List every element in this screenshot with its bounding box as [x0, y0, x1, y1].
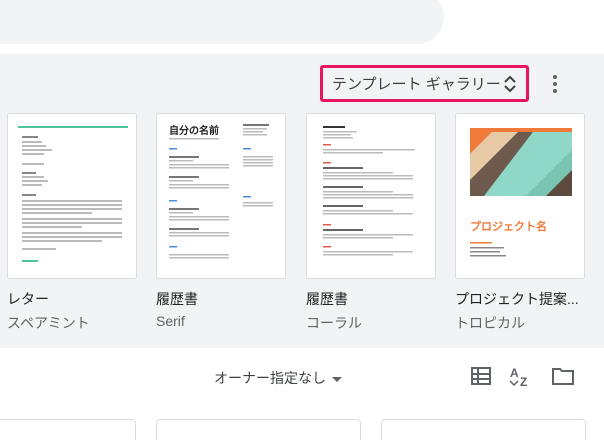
template-thumbnail: 自分の名前: [156, 113, 286, 279]
template-thumbnail: [306, 113, 436, 279]
template-subtitle: Serif: [156, 313, 185, 329]
resume-coral-preview-graphic: [323, 126, 415, 256]
template-subtitle: トロピカル: [455, 315, 525, 331]
unfold-more-icon: [501, 72, 520, 96]
list-view-icon[interactable]: [469, 364, 493, 388]
dropdown-arrow-icon: [332, 370, 342, 386]
more-options-icon[interactable]: [545, 71, 565, 97]
template-resume-serif[interactable]: 自分の名前 履歴書 Serif: [156, 113, 286, 329]
template-gallery: テンプレート ギャラリー レター スペアミント 自分の名前 履歴書 Serif …: [0, 54, 604, 348]
letter-preview-graphic: [18, 126, 128, 262]
folder-icon[interactable]: [551, 364, 575, 388]
template-title: レター: [7, 291, 49, 307]
sort-az-icon[interactable]: A Z: [509, 364, 533, 388]
owner-filter-label: オーナー指定なし: [214, 370, 326, 386]
search-bar[interactable]: [0, 0, 444, 44]
template-thumbnail: プロジェクト名: [455, 113, 585, 279]
template-subtitle: コーラル: [306, 315, 362, 331]
document-card[interactable]: [156, 419, 361, 440]
svg-text:A: A: [510, 366, 519, 380]
template-project-proposal-tropical[interactable]: プロジェクト名 プロジェクト提案... トロピカル: [455, 113, 585, 333]
template-title: 履歴書: [156, 291, 198, 307]
template-title: 履歴書: [306, 291, 348, 307]
template-gallery-toggle[interactable]: テンプレート ギャラリー: [320, 65, 529, 102]
svg-text:Z: Z: [520, 375, 527, 387]
resume-serif-preview-graphic: [169, 124, 273, 259]
template-gallery-label: テンプレート ギャラリー: [332, 76, 501, 93]
docs-home: テンプレート ギャラリー レター スペアミント 自分の名前 履歴書 Serif …: [0, 0, 604, 440]
document-card[interactable]: [0, 419, 136, 440]
template-subtitle: スペアミント: [7, 315, 90, 331]
proposal-heading: プロジェクト名: [470, 221, 547, 233]
document-card[interactable]: [381, 419, 586, 440]
template-resume-coral[interactable]: 履歴書 コーラル: [306, 113, 436, 333]
proposal-preview-graphic: [470, 128, 572, 257]
template-letter-spearmint[interactable]: レター スペアミント: [7, 113, 137, 333]
template-thumbnail: [7, 113, 137, 279]
template-title: プロジェクト提案...: [455, 291, 579, 307]
owner-filter-dropdown[interactable]: オーナー指定なし: [214, 368, 342, 388]
